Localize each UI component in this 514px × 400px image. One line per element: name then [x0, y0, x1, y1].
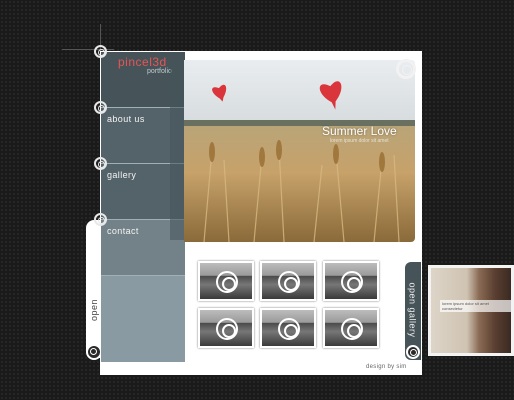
footer-credit: design by sim [366, 364, 407, 370]
side-photo-caption: lorem ipsum dolor sit amet consectetur [440, 300, 511, 312]
ring-marker-icon [94, 213, 107, 226]
wheat-field-photo [184, 60, 415, 242]
nav-item-label[interactable]: about us [107, 114, 145, 124]
hero-ring-icon[interactable] [396, 59, 416, 79]
gallery-thumbnail[interactable] [198, 308, 254, 348]
nav-item-label[interactable]: contact [107, 226, 139, 236]
sidebar-overlay [170, 60, 184, 240]
open-toggle-icon[interactable] [86, 344, 102, 360]
nav-item-label[interactable]: gallery [107, 170, 136, 180]
thumbnail-ring-icon [341, 271, 363, 293]
ring-marker-icon [94, 157, 107, 170]
open-tab-label-wrap[interactable]: open [86, 290, 102, 330]
gallery-thumbnail[interactable] [260, 308, 316, 348]
gallery-thumbnail[interactable] [260, 261, 316, 301]
brand-title[interactable]: pincel3d [118, 55, 167, 69]
thumbnail-ring-icon [216, 271, 238, 293]
gallery-thumbnail[interactable] [323, 308, 379, 348]
brand-subtitle: portfolio [147, 68, 172, 75]
open-gallery-label-wrap[interactable]: open gallery [405, 275, 421, 345]
side-photo[interactable]: lorem ipsum dolor sit amet consectetur [428, 265, 514, 356]
hero-subtitle: lorem ipsum dolor sit amet [330, 138, 389, 144]
open-gallery-toggle-icon[interactable] [406, 345, 420, 359]
ring-marker-icon [94, 45, 107, 58]
thumbnail-ring-icon [216, 318, 238, 340]
open-gallery-label[interactable]: open gallery [408, 282, 418, 337]
gallery-thumbnail[interactable] [198, 261, 254, 301]
open-tab[interactable] [86, 220, 102, 358]
ring-marker-icon [94, 101, 107, 114]
thumbnail-ring-icon [278, 318, 300, 340]
thumbnail-ring-icon [278, 271, 300, 293]
thumbnail-ring-icon [341, 318, 363, 340]
gallery-thumbnail[interactable] [323, 261, 379, 301]
hero-image [184, 60, 415, 242]
hero-title: Summer Love [322, 124, 397, 138]
open-tab-label[interactable]: open [89, 299, 99, 321]
